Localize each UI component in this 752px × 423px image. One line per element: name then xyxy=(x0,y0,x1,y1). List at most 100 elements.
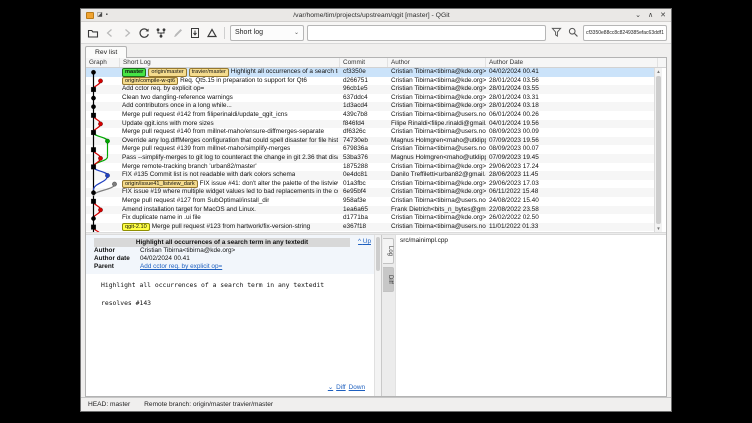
column-header[interactable]: Short Log xyxy=(120,58,340,67)
commit-author: Cristian Tibirna<tibirna@users.nor... xyxy=(388,197,486,206)
commit-date: 06/01/2024 00.26 xyxy=(486,111,654,120)
column-header-filler xyxy=(658,58,666,67)
tab-rev-list[interactable]: Rev list xyxy=(85,46,127,58)
open-icon[interactable] xyxy=(85,25,100,40)
parent-link[interactable]: Add cctor req. by explicit op= xyxy=(140,263,222,271)
filter-icon[interactable] xyxy=(549,26,563,40)
table-row[interactable]: Clean two dangling-reference warnings637… xyxy=(86,94,654,103)
commit-author: Cristian Tibirna<tibirna@kde.org> xyxy=(388,180,486,189)
commit-hash: 1875288 xyxy=(340,163,388,172)
table-row[interactable]: masterorigin/mastertravier/masterHighlig… xyxy=(86,68,654,77)
maximize-button[interactable]: ∧ xyxy=(648,12,653,19)
table-row[interactable]: Merge remote-tracking branch 'urban82/ma… xyxy=(86,163,654,172)
table-row[interactable]: Update qgit.icns with more sizesf846fd4F… xyxy=(86,120,654,129)
commit-date: 11/01/2022 01.33 xyxy=(486,223,654,232)
detail-field-label: Author date xyxy=(94,255,140,263)
branches-icon[interactable] xyxy=(153,25,168,40)
save-patch-icon[interactable] xyxy=(204,25,219,40)
table-row[interactable]: Merge pull request #140 from millnet-mah… xyxy=(86,128,654,137)
refresh-icon[interactable] xyxy=(136,25,151,40)
revlist-scrollbar[interactable]: ▲ ▼ xyxy=(654,68,662,232)
table-row[interactable]: Fix duplicate name in .ui filed1771baCri… xyxy=(86,214,654,223)
side-tab-diff[interactable]: Diff xyxy=(383,267,394,292)
table-row[interactable]: Add contributors once in a long while...… xyxy=(86,102,654,111)
file-list-pane: src/mainimpl.cpp xyxy=(395,235,666,396)
toolbar-buttons xyxy=(85,25,219,40)
side-tab-log[interactable]: Log xyxy=(383,238,394,264)
commit-date: 24/08/2022 15.40 xyxy=(486,197,654,206)
back-icon[interactable] xyxy=(102,25,117,40)
shortlog-cell: FIX issue #19 where multiple widget valu… xyxy=(120,188,340,197)
commit-subject: Merge pull request #142 from filiperinal… xyxy=(122,111,288,120)
shortlog-cell: FIX #135 Commit list is not readable wit… xyxy=(120,171,340,180)
table-row[interactable]: qgit-2.10Merge pull request #123 from ha… xyxy=(86,223,654,232)
up-link[interactable]: ^ Up xyxy=(358,238,371,245)
chevron-down-icon[interactable]: ⌄ xyxy=(328,383,333,391)
commit-subject: Override any log.diffMerges configuratio… xyxy=(122,137,338,146)
forward-icon[interactable] xyxy=(119,25,134,40)
commit-hash: df6326c xyxy=(340,128,388,137)
close-button[interactable]: ✕ xyxy=(660,12,666,19)
table-row[interactable]: origin/issue41_listview_darkFIX issue #4… xyxy=(86,180,654,189)
table-row[interactable]: Merge pull request #142 from filiperinal… xyxy=(86,111,654,120)
table-row[interactable]: FIX #135 Commit list is not readable wit… xyxy=(86,171,654,180)
column-header[interactable]: Graph xyxy=(86,58,120,67)
commit-subject: FIX issue #19 where multiple widget valu… xyxy=(122,188,338,197)
commit-author: Cristian Tibirna<tibirna@users.nor... xyxy=(388,111,486,120)
commit-subject: Add cctor req. by explicit op= xyxy=(122,85,204,94)
view-mode-select[interactable]: Short log ⌄ xyxy=(230,25,304,41)
commit-date: 28/01/2024 03.31 xyxy=(486,94,654,103)
scroll-down-icon[interactable]: ▼ xyxy=(655,225,662,232)
table-row[interactable]: Override any log.diffMerges configuratio… xyxy=(86,137,654,146)
commit-author: Cristian Tibirna<tibirna@users.nor... xyxy=(388,128,486,137)
minimize-button[interactable]: ⌄ xyxy=(635,12,641,19)
commit-pane-scrollbar[interactable] xyxy=(374,235,381,396)
commit-author: Cristian Tibirna<tibirna@kde.org> xyxy=(388,85,486,94)
commit-date: 08/09/2023 00.09 xyxy=(486,128,654,137)
sha-input[interactable] xyxy=(583,25,667,41)
revlist: masterorigin/mastertravier/masterHighlig… xyxy=(86,68,666,232)
ref-badge-remote: origin/compile-w-qt6 xyxy=(122,77,178,86)
table-row[interactable]: FIX issue #19 where multiple widget valu… xyxy=(86,188,654,197)
table-row[interactable]: Pass --simplify-merges to git log to cou… xyxy=(86,154,654,163)
apply-patch-icon[interactable] xyxy=(187,25,202,40)
edit-icon[interactable] xyxy=(170,25,185,40)
column-header[interactable]: Author xyxy=(388,58,486,67)
table-row[interactable]: Add cctor req. by explicit op= 96cb1e5Cri… xyxy=(86,85,654,94)
column-header[interactable]: Author Date xyxy=(486,58,658,67)
titlebar[interactable]: ◪ ▪ /var/home/tim/projects/upstream/qgit… xyxy=(81,9,671,22)
desktop: ◪ ▪ /var/home/tim/projects/upstream/qgit… xyxy=(0,0,752,423)
down-link[interactable]: Down xyxy=(349,384,365,391)
scroll-up-icon[interactable]: ▲ xyxy=(655,68,662,75)
chevron-down-icon: ⌄ xyxy=(294,29,299,36)
commit-subject: Fix duplicate name in .ui file xyxy=(122,214,201,223)
table-row[interactable]: Amend installation target for MacOS and … xyxy=(86,206,654,215)
up-link-label: Up xyxy=(363,238,371,245)
filter-input[interactable] xyxy=(307,25,546,41)
column-header[interactable]: Commit xyxy=(340,58,388,67)
commit-hash: 96cb1e5 xyxy=(340,85,388,94)
commit-subject: Merge pull request #139 from millnet-mah… xyxy=(122,145,290,154)
shortlog-cell: masterorigin/mastertravier/masterHighlig… xyxy=(120,68,340,77)
table-row[interactable]: Merge pull request #127 from SubOptimal/… xyxy=(86,197,654,206)
search-icon[interactable] xyxy=(566,26,580,40)
shortlog-cell: Update qgit.icns with more sizes xyxy=(120,120,340,129)
scrollbar-thumb[interactable] xyxy=(656,76,661,224)
commit-author: Magnus Holmgren<maho@utklipp... xyxy=(388,154,486,163)
commit-author: Cristian Tibirna<tibirna@kde.org> xyxy=(388,214,486,223)
diff-link[interactable]: Diff xyxy=(336,384,345,391)
window-controls: ⌄ ∧ ✕ xyxy=(635,12,666,19)
qgit-window: ◪ ▪ /var/home/tim/projects/upstream/qgit… xyxy=(80,8,672,412)
shortlog-cell: origin/issue41_listview_darkFIX issue #4… xyxy=(120,180,340,189)
commit-date: 04/02/2024 00.41 xyxy=(486,68,654,77)
commit-date: 28/01/2024 03.56 xyxy=(486,77,654,86)
commit-subject: Merge pull request #127 from SubOptimal/… xyxy=(122,197,269,206)
detail-field-label: Author xyxy=(94,247,140,255)
commit-hash: f846fd4 xyxy=(340,120,388,129)
ref-badge-remote: origin/master xyxy=(148,68,186,77)
file-list-item[interactable]: src/mainimpl.cpp xyxy=(400,237,662,245)
scrollbar-thumb[interactable] xyxy=(376,237,380,271)
statusbar: HEAD: master Remote branch: origin/maste… xyxy=(81,397,671,411)
table-row[interactable]: Merge pull request #139 from millnet-mah… xyxy=(86,145,654,154)
table-row[interactable]: origin/compile-w-qt6Req. Qt5.15 in prepa… xyxy=(86,77,654,86)
